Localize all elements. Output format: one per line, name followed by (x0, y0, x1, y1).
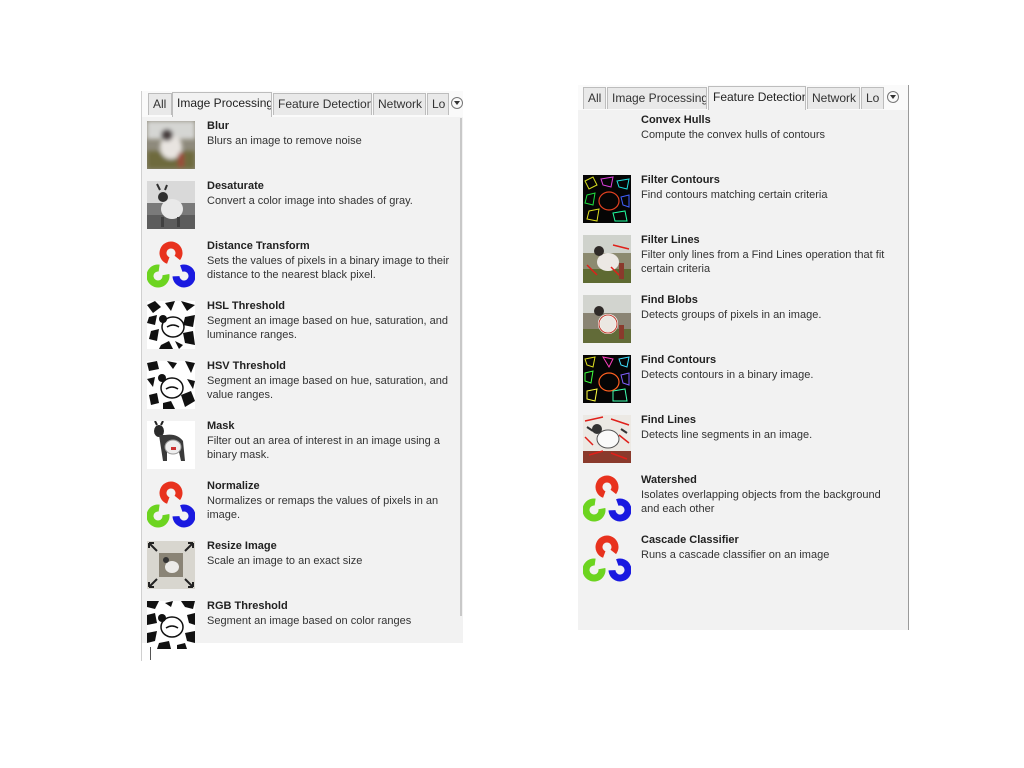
contours-thumbnail-icon (583, 355, 631, 403)
tab-logging-truncated[interactable]: Lo (427, 93, 449, 115)
threshold-thumbnail-icon (147, 361, 195, 409)
operation-watershed[interactable]: Watershed Isolates overlapping objects f… (578, 473, 908, 527)
text-cursor (150, 647, 151, 660)
opencv-logo-icon (583, 535, 631, 583)
operation-name: RGB Threshold (207, 600, 288, 612)
tab-bar: All Image Processing Feature Detection N… (142, 91, 463, 117)
operation-description: Scale an image to an exact size (207, 555, 363, 567)
operation-description: Detects line segments in an image. (641, 429, 813, 441)
operation-description: Detects contours in a binary image. (641, 369, 814, 381)
operation-name: Blur (207, 120, 229, 132)
operation-name: Find Blobs (641, 294, 698, 306)
operation-find-blobs[interactable]: Find Blobs Detects groups of pixels in a… (578, 293, 908, 347)
tab-all[interactable]: All (583, 87, 606, 109)
contours-thumbnail-icon (583, 175, 631, 223)
operation-distance-transform[interactable]: Distance Transform Sets the values of pi… (142, 239, 463, 293)
operation-hsv-threshold[interactable]: HSV Threshold Segment an image based on … (142, 359, 463, 413)
tab-bar: All Image Processing Feature Detection N… (578, 85, 908, 110)
operation-desaturate[interactable]: Desaturate Convert a color image into sh… (142, 179, 463, 233)
tab-network[interactable]: Network (807, 87, 860, 109)
desaturate-thumbnail-icon (147, 181, 195, 229)
operation-blur[interactable]: Blur Blurs an image to remove noise (142, 119, 463, 173)
blur-thumbnail-icon (147, 121, 195, 169)
opencv-logo-icon (147, 481, 195, 529)
threshold-thumbnail-icon (147, 601, 195, 649)
operation-description: Runs a cascade classifier on an image (641, 549, 830, 561)
operation-mask[interactable]: Mask Filter out an area of interest in a… (142, 419, 463, 473)
operation-name: Distance Transform (207, 240, 310, 252)
opencv-logo-icon (147, 241, 195, 289)
operation-name: Cascade Classifier (641, 534, 739, 546)
opencv-logo-icon (583, 475, 631, 523)
operation-name: Normalize (207, 480, 260, 492)
operation-description: Filter out an area of interest in an ima… (207, 435, 440, 461)
operation-name: Mask (207, 420, 235, 432)
operation-description: Detects groups of pixels in an image. (641, 309, 822, 321)
operation-description: Segment an image based on hue, saturatio… (207, 375, 448, 401)
operations-palette-feature-detection: All Image Processing Feature Detection N… (578, 85, 909, 630)
operation-filter-contours[interactable]: Filter Contours Find contours matching c… (578, 173, 908, 227)
lines-thumbnail-icon (583, 415, 631, 463)
operation-name: HSL Threshold (207, 300, 286, 312)
operation-description: Sets the values of pixels in a binary im… (207, 255, 450, 281)
tab-logging-truncated[interactable]: Lo (861, 87, 884, 109)
operation-convex-hulls[interactable]: Convex Hulls Compute the convex hulls of… (578, 113, 908, 167)
operation-normalize[interactable]: Normalize Normalizes or remaps the value… (142, 479, 463, 533)
tab-feature-detection[interactable]: Feature Detection (708, 86, 806, 110)
operation-description: Normalizes or remaps the values of pixel… (207, 495, 439, 521)
operation-name: Filter Contours (641, 174, 720, 186)
operation-name: Find Lines (641, 414, 696, 426)
tab-overflow-dropdown-icon[interactable] (887, 91, 899, 103)
resize-thumbnail-icon (147, 541, 195, 589)
tab-all[interactable]: All (148, 93, 172, 115)
operation-description: Segment an image based on hue, saturatio… (207, 315, 448, 341)
operation-description: Convert a color image into shades of gra… (207, 195, 413, 207)
operation-description: Segment an image based on color ranges (207, 615, 412, 627)
tab-image-processing[interactable]: Image Processing (607, 87, 707, 109)
operation-name: Filter Lines (641, 234, 700, 246)
operation-name: Watershed (641, 474, 697, 486)
mask-thumbnail-icon (147, 421, 195, 469)
operation-find-lines[interactable]: Find Lines Detects line segments in an i… (578, 413, 908, 467)
operation-rgb-threshold[interactable]: RGB Threshold Segment an image based on … (142, 599, 463, 653)
scrollbar-track[interactable] (460, 118, 462, 616)
threshold-thumbnail-icon (147, 301, 195, 349)
operation-name: HSV Threshold (207, 360, 286, 372)
operation-filter-lines[interactable]: Filter Lines Filter only lines from a Fi… (578, 233, 908, 287)
operation-description: Compute the convex hulls of contours (641, 129, 826, 141)
operation-name: Convex Hulls (641, 114, 711, 126)
operation-name: Find Contours (641, 354, 717, 366)
tab-feature-detection[interactable]: Feature Detection (273, 93, 372, 115)
lines-thumbnail-icon (583, 235, 631, 283)
operation-cascade-classifier[interactable]: Cascade Classifier Runs a cascade classi… (578, 533, 908, 587)
operation-description: Isolates overlapping objects from the ba… (641, 489, 881, 515)
operation-resize-image[interactable]: Resize Image Scale an image to an exact … (142, 539, 463, 593)
tab-network[interactable]: Network (373, 93, 426, 115)
tab-overflow-dropdown-icon[interactable] (451, 97, 463, 109)
operation-find-contours[interactable]: Find Contours Detects contours in a bina… (578, 353, 908, 407)
blobs-thumbnail-icon (583, 295, 631, 343)
operation-description: Blurs an image to remove noise (207, 135, 362, 147)
operation-name: Resize Image (207, 540, 277, 552)
tab-image-processing[interactable]: Image Processing (172, 92, 272, 117)
operation-description: Filter only lines from a Find Lines oper… (641, 249, 885, 275)
operation-hsl-threshold[interactable]: HSL Threshold Segment an image based on … (142, 299, 463, 353)
operations-palette-image-processing: All Image Processing Feature Detection N… (142, 91, 463, 649)
operation-description: Find contours matching certain criteria (641, 189, 828, 201)
operation-name: Desaturate (207, 180, 264, 192)
